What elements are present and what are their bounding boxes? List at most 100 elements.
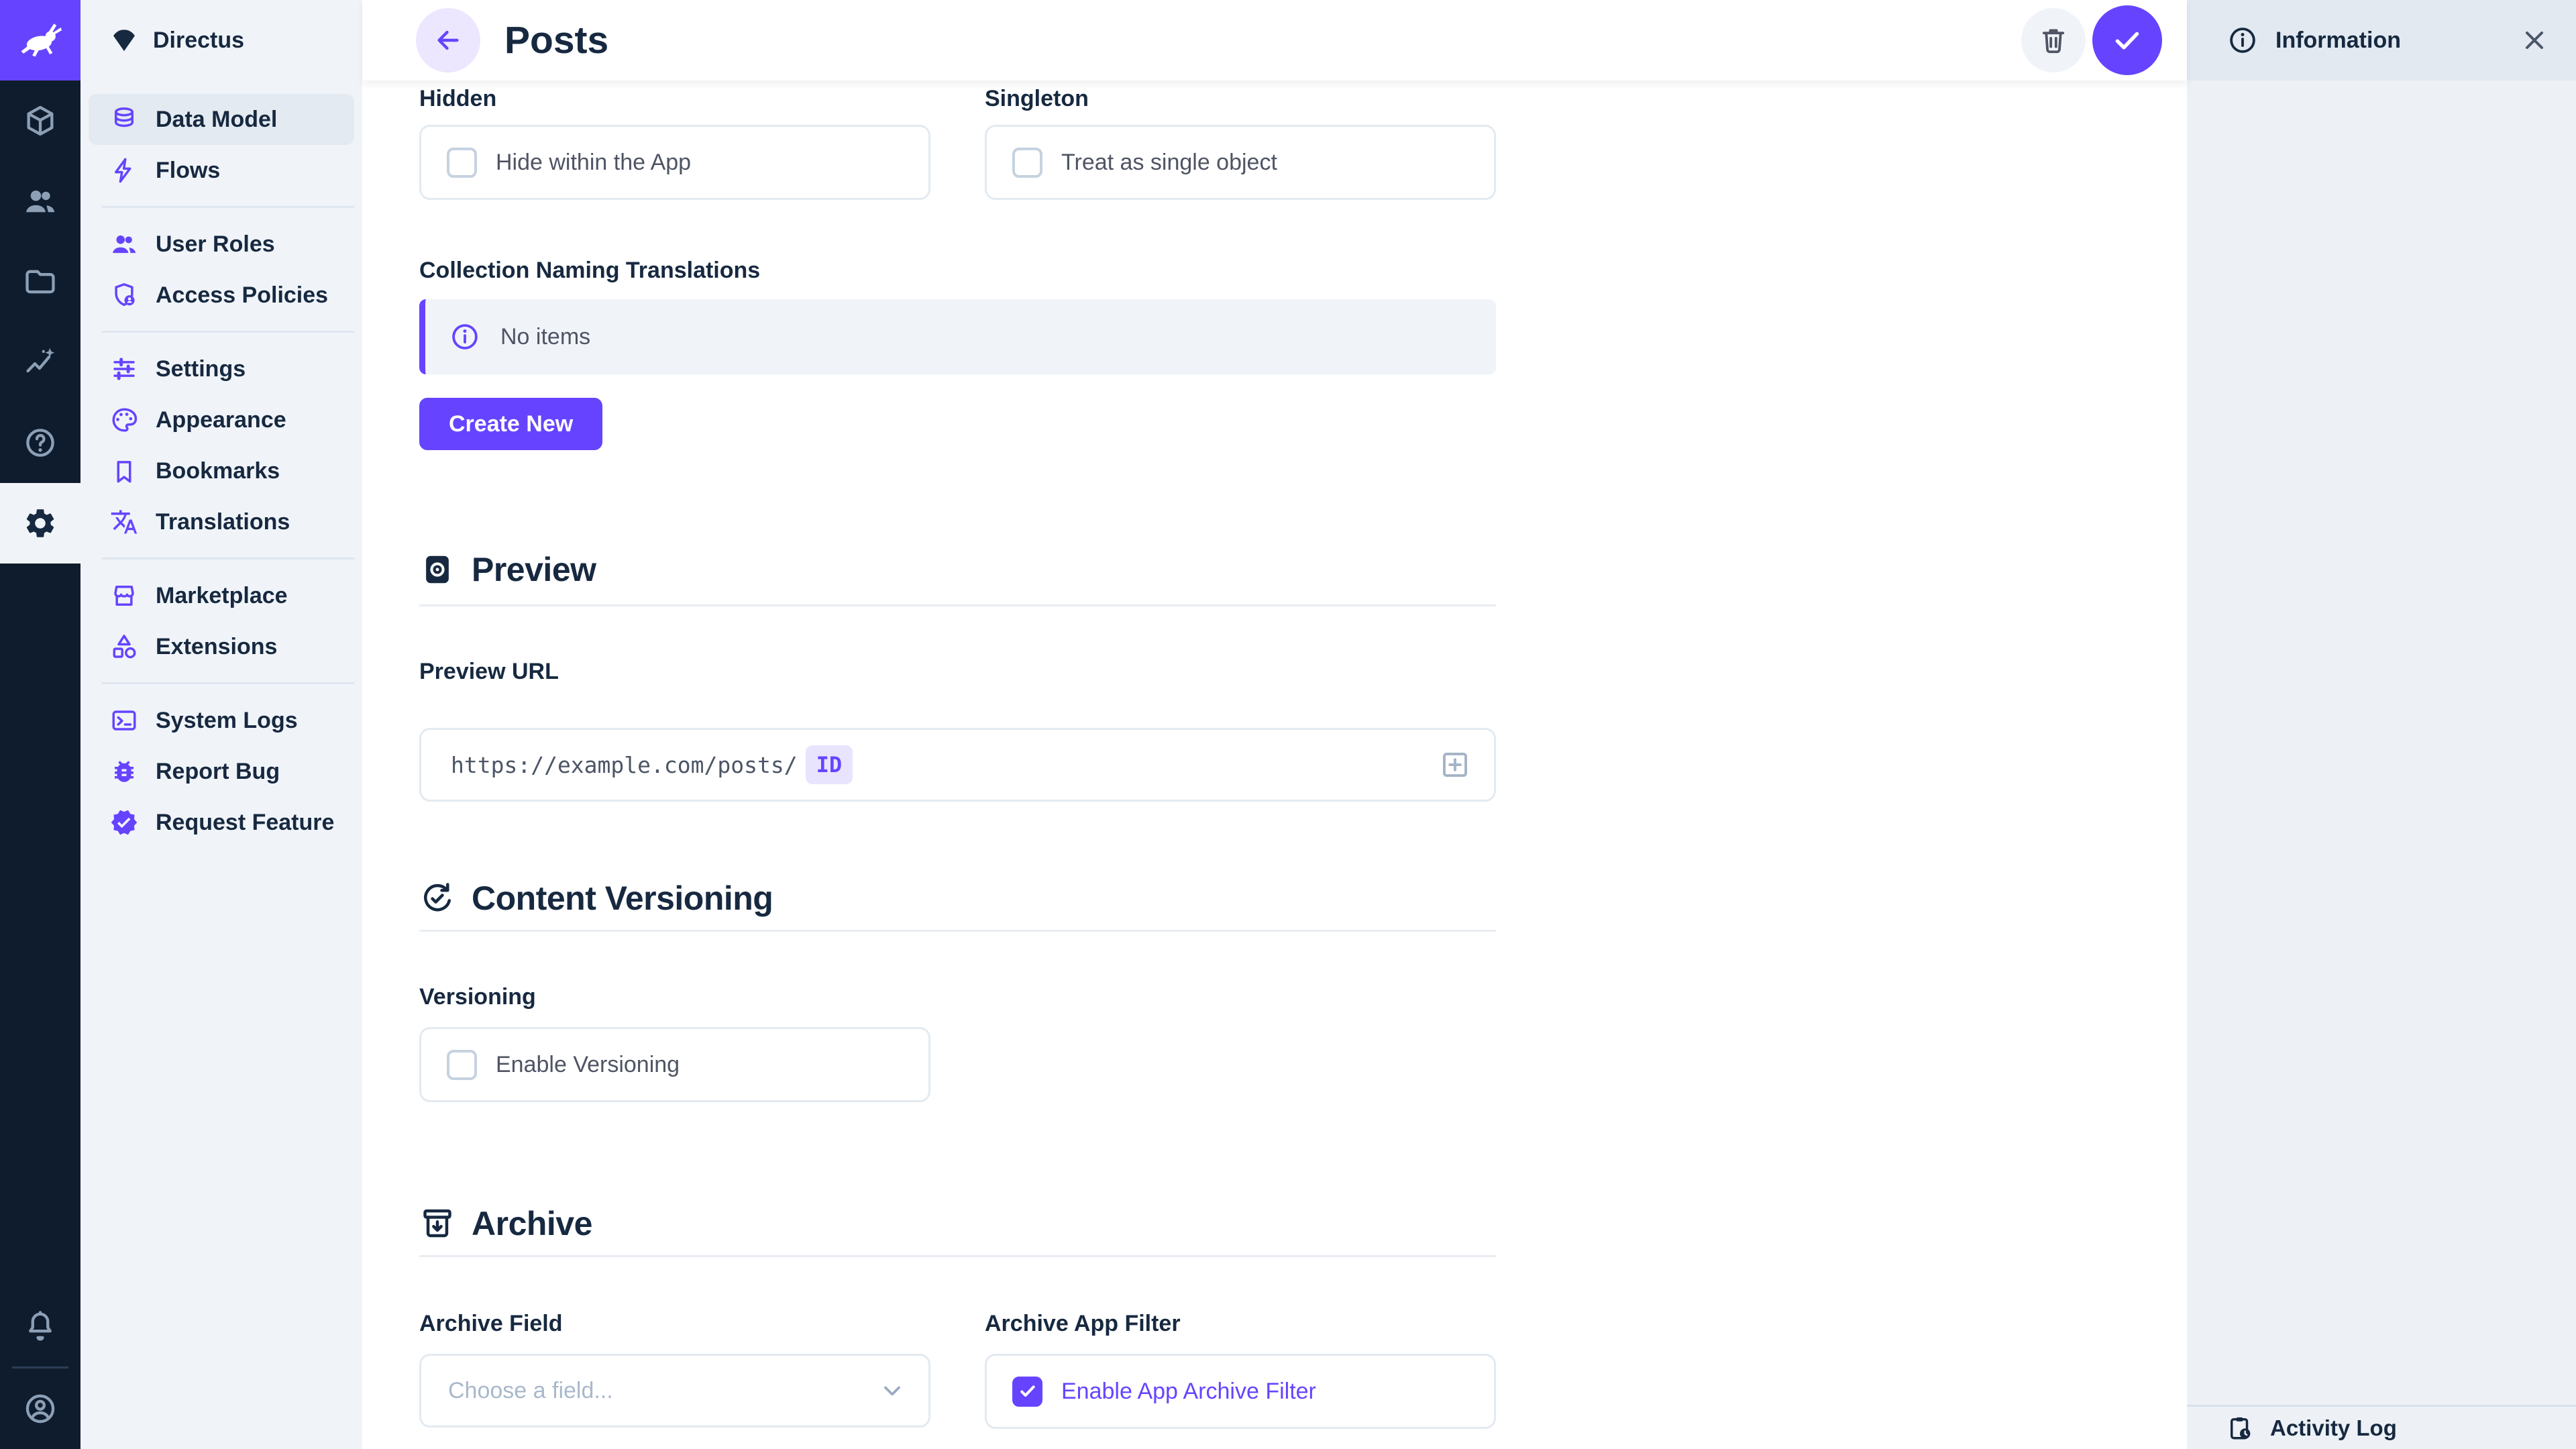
checkbox-checked-icon [1012,1377,1042,1407]
database-icon [110,105,138,133]
sidebar-divider [102,206,354,208]
archive-field-select[interactable]: Choose a field... [419,1354,930,1428]
sidebar-item-data-model[interactable]: Data Model [89,94,354,145]
shapes-icon [110,633,138,661]
close-icon[interactable] [2520,25,2549,55]
preview-section-header: Preview [419,550,1496,589]
info-icon [449,321,480,352]
info-sidebar: Information Activity Log [2187,0,2576,1449]
verified-icon [110,808,138,837]
settings-form: Hidden Singleton Hide within the App Tre… [419,80,1496,1449]
sidebar-item-marketplace[interactable]: Marketplace [89,570,354,621]
save-button[interactable] [2092,5,2162,75]
sidebar-item-extensions[interactable]: Extensions [89,621,354,672]
info-panel-header: Information [2187,0,2576,80]
sidebar-item-system-logs[interactable]: System Logs [89,695,354,746]
help-icon [23,425,58,460]
module-help[interactable] [0,402,80,483]
content-versioning-icon [419,880,455,916]
module-users[interactable] [0,161,80,241]
directus-logo[interactable] [0,0,80,80]
singleton-field: Treat as single object [985,125,1496,200]
hidden-checkbox[interactable]: Hide within the App [447,148,691,178]
tune-icon [110,355,138,383]
sidebar-item-access-policies[interactable]: Access Policies [89,270,354,321]
info-panel-title: Information [2275,28,2502,54]
singleton-label: Singleton [985,86,1496,112]
checkbox-unchecked-icon [1012,148,1042,178]
create-new-button[interactable]: Create New [419,398,602,450]
versioning-label: Versioning [419,984,930,1010]
singleton-checkbox[interactable]: Treat as single object [1012,148,1277,178]
hidden-field: Hide within the App [419,125,930,200]
preview-url-value: https://example.com/posts/ [451,752,798,778]
chevron-down-icon [877,1376,907,1405]
info-panel-body [2187,80,2576,1405]
id-chip[interactable]: ID [806,745,853,784]
info-icon [2227,25,2258,56]
enable-archive-filter-checkbox[interactable]: Enable App Archive Filter [1012,1377,1316,1407]
settings-sidebar: Directus Data Model Flows [80,0,362,1449]
main-area: Posts Hidden Singleton [362,0,2187,1449]
module-bar-spacer [0,564,80,1286]
sidebar-item-report-bug[interactable]: Report Bug [89,746,354,797]
user-avatar-button[interactable] [0,1368,80,1449]
versioning-field: Enable Versioning [419,1027,930,1102]
sidebar-item-translations[interactable]: Translations [89,496,354,547]
check-icon [2110,23,2144,57]
project-logo-icon [110,26,138,54]
archive-section-header: Archive [419,1204,1496,1243]
no-items-text: No items [500,324,590,350]
naming-translations-label: Collection Naming Translations [419,258,1496,284]
page-header: Posts [362,0,2187,80]
sidebar-divider [102,682,354,684]
hidden-label: Hidden [419,86,930,112]
module-files[interactable] [0,241,80,322]
preview-icon [419,551,455,588]
box-icon [23,103,58,138]
delete-button[interactable] [2021,8,2086,72]
module-content[interactable] [0,80,80,161]
back-button[interactable] [416,8,480,72]
palette-icon [110,406,138,434]
module-bar [0,0,80,1449]
versioning-section-header: Content Versioning [419,879,1496,918]
preview-url-label: Preview URL [419,659,1496,685]
rabbit-logo-icon [17,17,64,64]
insights-icon [23,345,58,380]
module-settings[interactable] [0,483,80,564]
enable-versioning-checkbox[interactable]: Enable Versioning [447,1050,680,1080]
bolt-icon [110,156,138,184]
app-root: Directus Data Model Flows [0,0,2576,1449]
sidebar-item-flows[interactable]: Flows [89,145,354,196]
sidebar-nav: Data Model Flows User Roles [80,80,362,848]
sidebar-item-settings[interactable]: Settings [89,343,354,394]
checkbox-unchecked-icon [447,148,477,178]
users-icon [23,184,58,219]
add-box-icon[interactable] [1438,747,1472,782]
arrow-left-icon [433,25,464,56]
storefront-icon [110,582,138,610]
section-divider [419,930,1496,932]
gear-icon [23,506,58,541]
activity-log-button[interactable]: Activity Log [2187,1405,2576,1449]
section-divider [419,1255,1496,1257]
sidebar-item-user-roles[interactable]: User Roles [89,219,354,270]
project-header[interactable]: Directus [80,0,362,80]
sidebar-divider [102,557,354,559]
sidebar-item-bookmarks[interactable]: Bookmarks [89,445,354,496]
sidebar-divider [102,331,354,333]
bell-icon [23,1309,58,1344]
bookmark-icon [110,457,138,485]
folder-icon [23,264,58,299]
notifications-button[interactable] [0,1286,80,1366]
no-items-notice: No items [419,299,1496,374]
sidebar-item-request-feature[interactable]: Request Feature [89,797,354,848]
module-insights[interactable] [0,322,80,402]
preview-url-input[interactable]: https://example.com/posts/ ID [419,728,1496,802]
checkbox-unchecked-icon [447,1050,477,1080]
archive-field-label: Archive Field [419,1311,930,1337]
shield-user-icon [110,281,138,309]
account-circle-icon [23,1391,58,1426]
sidebar-item-appearance[interactable]: Appearance [89,394,354,445]
